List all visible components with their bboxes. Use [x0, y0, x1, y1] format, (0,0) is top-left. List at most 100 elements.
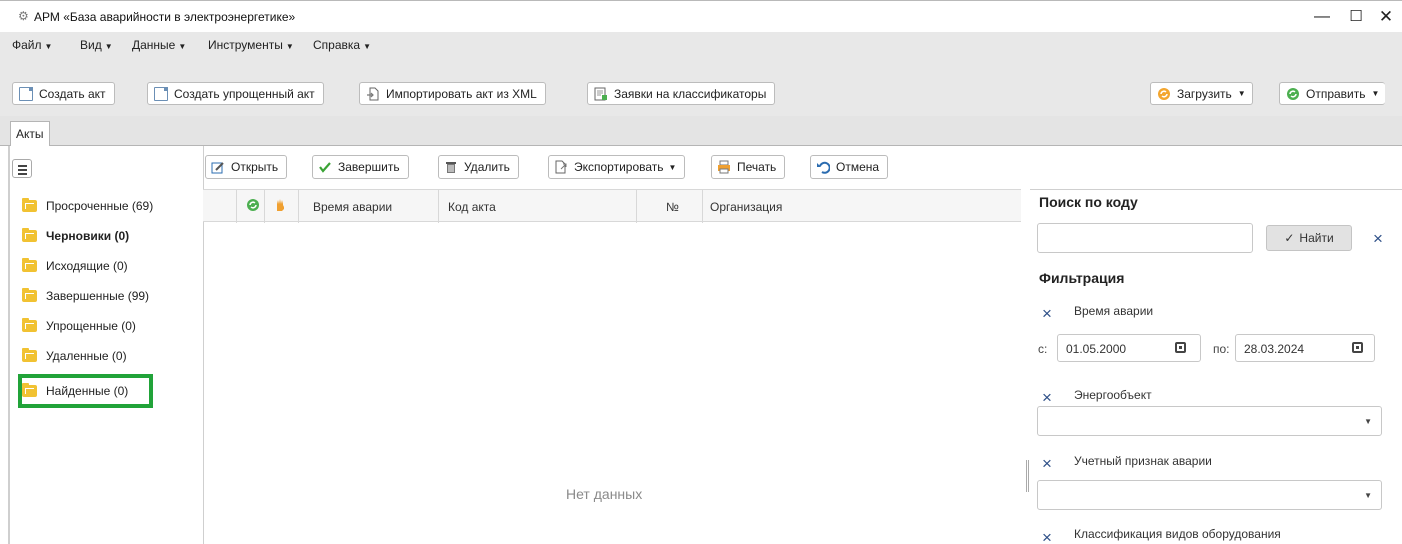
chevron-down-icon: ▼: [1364, 491, 1372, 500]
folder-icon: [22, 288, 37, 302]
left-edge: [8, 146, 10, 544]
refresh-green-icon: [1286, 87, 1300, 101]
accounting-sign-label: Учетный признак аварии: [1074, 454, 1212, 468]
right-panel-top-border: [1030, 189, 1402, 190]
menu-help[interactable]: Справка ▼: [313, 38, 371, 52]
window-title: АРМ «База аварийности в электроэнергетик…: [34, 10, 296, 24]
hamburger-line: [18, 165, 27, 167]
finish-button[interactable]: Завершить: [312, 155, 409, 179]
delete-button[interactable]: Удалить: [438, 155, 519, 179]
classifier-requests-button[interactable]: Заявки на классификаторы: [587, 82, 776, 105]
clipboard-icon: [594, 87, 608, 101]
close-button[interactable]: ✕: [1366, 5, 1402, 29]
open-button[interactable]: Открыть: [205, 155, 288, 179]
refresh-orange-icon: [1157, 87, 1171, 101]
send-label: Отправить: [1306, 86, 1366, 101]
cancel-button[interactable]: Отмена: [810, 155, 889, 179]
folder-simplified[interactable]: Упрощенные (0): [22, 317, 136, 335]
checkmark-icon: [318, 160, 332, 174]
column-header-organization[interactable]: Организация: [710, 200, 782, 214]
column-divider: [636, 190, 637, 223]
folder-icon: [22, 198, 37, 212]
chevron-down-icon: ▼: [285, 42, 294, 51]
clear-accounting-sign-icon[interactable]: ×: [1042, 455, 1052, 472]
column-divider: [236, 190, 237, 223]
menu-view[interactable]: Вид ▼: [80, 38, 113, 52]
search-by-code-title: Поиск по коду: [1039, 194, 1138, 210]
date-to-input[interactable]: 28.03.2024: [1235, 334, 1375, 362]
find-label: Найти: [1299, 231, 1334, 245]
import-xml-label: Импортировать акт из XML: [386, 86, 537, 101]
classifier-requests-label: Заявки на классификаторы: [614, 86, 767, 101]
menu-file[interactable]: Файл ▼: [12, 38, 52, 52]
grid-header: Время аварии Код акта № Организация: [203, 189, 1021, 223]
edit-icon: [211, 160, 225, 174]
chevron-down-icon: ▼: [363, 42, 371, 51]
column-header-number[interactable]: №: [666, 200, 679, 214]
date-to-value: 28.03.2024: [1244, 342, 1305, 356]
create-act-button[interactable]: Создать акт: [12, 82, 115, 105]
document-icon: [154, 86, 168, 101]
checkmark-icon: ✓: [1284, 231, 1295, 245]
folder-completed[interactable]: Завершенные (99): [22, 287, 149, 305]
import-icon: [366, 87, 380, 101]
calendar-icon[interactable]: [1352, 342, 1363, 353]
empty-grid-message: Нет данных: [566, 486, 643, 502]
menu-data[interactable]: Данные ▼: [132, 38, 186, 52]
create-simple-act-button[interactable]: Создать упрощенный акт: [147, 82, 324, 105]
column-divider: [438, 190, 439, 223]
column-header-act-code[interactable]: Код акта: [448, 200, 496, 214]
clear-energy-object-icon[interactable]: ×: [1042, 389, 1052, 406]
calendar-icon[interactable]: [1175, 342, 1186, 353]
open-label: Открыть: [231, 160, 279, 174]
export-icon: [554, 160, 568, 174]
found-folder-highlight: [18, 374, 153, 408]
chevron-down-icon: ▼: [1364, 417, 1372, 426]
tab-strip: Акты: [0, 116, 1402, 146]
folder-label: Завершенные (99): [46, 289, 150, 303]
folder-deleted[interactable]: Удаленные (0): [22, 347, 127, 365]
document-icon: [19, 86, 33, 101]
export-label: Экспортировать: [574, 160, 664, 174]
folder-label: Упрощенные (0): [46, 319, 136, 333]
create-act-label: Создать акт: [39, 86, 106, 101]
send-button[interactable]: Отправить ▼: [1279, 82, 1386, 105]
folder-drafts[interactable]: Черновики (0): [22, 227, 129, 245]
clear-search-icon[interactable]: ×: [1373, 230, 1383, 247]
column-divider: [702, 190, 703, 223]
menu-tools[interactable]: Инструменты ▼: [208, 38, 294, 52]
equipment-classification-label: Классификация видов оборудования: [1074, 527, 1281, 541]
folder-label: Исходящие (0): [46, 259, 128, 273]
accounting-sign-select[interactable]: ▼: [1037, 480, 1382, 510]
panel-splitter-handle[interactable]: [1026, 460, 1029, 492]
column-divider: [264, 190, 265, 223]
date-to-label: по:: [1213, 342, 1230, 356]
clear-accident-time-icon[interactable]: ×: [1042, 305, 1052, 322]
hand-lock-column-icon: [273, 198, 287, 215]
load-label: Загрузить: [1177, 86, 1232, 101]
find-button[interactable]: ✓ Найти: [1266, 225, 1352, 251]
folder-icon: [22, 318, 37, 332]
menu-view-label: Вид: [80, 38, 102, 52]
search-code-input[interactable]: [1037, 223, 1253, 253]
folder-outgoing[interactable]: Исходящие (0): [22, 257, 128, 275]
folder-label: Просроченные (69): [46, 199, 154, 213]
menu-tools-label: Инструменты: [208, 38, 283, 52]
print-label: Печать: [737, 160, 777, 174]
energy-object-select[interactable]: ▼: [1037, 406, 1382, 436]
date-from-input[interactable]: 01.05.2000: [1057, 334, 1201, 362]
import-xml-button[interactable]: Импортировать акт из XML: [359, 82, 546, 105]
date-from-label: с:: [1038, 342, 1048, 356]
column-header-accident-time[interactable]: Время аварии: [313, 200, 392, 214]
tab-acts[interactable]: Акты: [10, 121, 50, 146]
clear-equipment-classification-icon[interactable]: ×: [1042, 529, 1052, 544]
folder-overdue[interactable]: Просроченные (69): [22, 197, 153, 215]
chevron-down-icon: ▼: [104, 42, 113, 51]
load-button[interactable]: Загрузить ▼: [1150, 82, 1253, 105]
export-button[interactable]: Экспортировать ▼: [548, 155, 686, 179]
print-button[interactable]: Печать: [711, 155, 786, 179]
create-simple-act-label: Создать упрощенный акт: [174, 86, 315, 101]
menu-toggle-button[interactable]: [12, 159, 32, 178]
hamburger-line: [18, 173, 27, 175]
folder-icon: [22, 348, 37, 362]
